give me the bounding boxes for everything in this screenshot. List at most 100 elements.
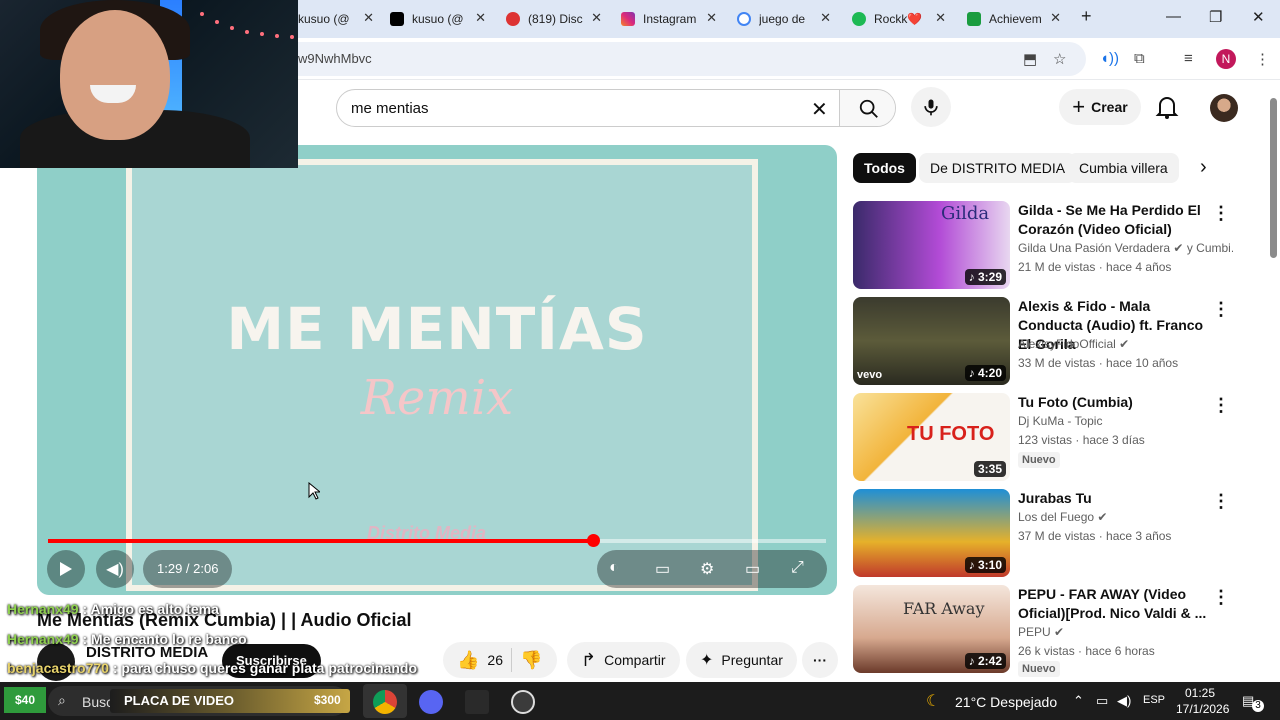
close-icon[interactable]: ✕ bbox=[475, 10, 486, 26]
browser-tab[interactable]: kusuo (@ ✕ bbox=[390, 6, 486, 32]
duration-badge: ♪ 3:10 bbox=[964, 557, 1006, 573]
clock[interactable]: 01:25 17/1/2026 bbox=[1176, 685, 1230, 717]
close-icon[interactable]: ✕ bbox=[935, 10, 946, 26]
chip-channel[interactable]: De DISTRITO MEDIA bbox=[919, 153, 1077, 183]
chevron-up-icon[interactable]: ⌃ bbox=[1073, 693, 1084, 709]
thumbnail[interactable]: ♪ 3:10 bbox=[853, 489, 1010, 577]
more-vert-icon[interactable]: ⋮ bbox=[1212, 587, 1230, 608]
webcam-person-face bbox=[60, 10, 170, 140]
recommendation[interactable]: FAR Away ♪ 2:42 PEPU - FAR AWAY (Video O… bbox=[853, 585, 1243, 677]
browser-tab[interactable]: kusuo (@ ✕ bbox=[298, 6, 374, 32]
bookmark-star-icon[interactable]: ☆ bbox=[1053, 50, 1066, 68]
rec-title: PEPU - FAR AWAY (Video Oficial)[Prod. Ni… bbox=[1018, 586, 1207, 621]
close-icon[interactable]: ✕ bbox=[591, 10, 602, 26]
tab-label: (819) Disc bbox=[528, 12, 583, 26]
epic-games-icon[interactable] bbox=[465, 690, 489, 714]
notifications-button[interactable] bbox=[1155, 94, 1179, 125]
ask-button[interactable]: ✦ Preguntar bbox=[686, 642, 797, 678]
account-avatar[interactable] bbox=[1210, 94, 1238, 122]
settings-gear-icon[interactable]: ⚙ bbox=[700, 559, 714, 579]
new-tab-icon[interactable]: + bbox=[1081, 6, 1092, 27]
url-text[interactable]: w9NwhMbvc bbox=[298, 51, 372, 66]
thumbnail[interactable]: vevo ♪ 4:20 bbox=[853, 297, 1010, 385]
play-icon bbox=[60, 562, 72, 576]
progress-bar[interactable] bbox=[48, 534, 826, 547]
search-input[interactable]: me mentias bbox=[351, 100, 429, 117]
browser-tab[interactable]: Rockk❤️ ✕ bbox=[852, 6, 946, 32]
rec-meta: 37 M de vistas · hace 3 años bbox=[1018, 529, 1172, 543]
volume-button[interactable]: ◀) bbox=[96, 550, 134, 588]
recommendation[interactable]: vevo ♪ 4:20 Alexis & Fido - Mala Conduct… bbox=[853, 297, 1243, 387]
close-icon[interactable]: ✕ bbox=[1050, 10, 1061, 26]
recommendation[interactable]: Gilda ♪ 3:29 Gilda - Se Me Ha Perdido El… bbox=[853, 201, 1243, 291]
dislike-icon[interactable]: 👎 bbox=[520, 650, 542, 671]
progress-scrubber[interactable] bbox=[586, 534, 600, 547]
theater-mode-icon[interactable]: ▭ bbox=[745, 559, 760, 579]
close-icon[interactable]: ✕ bbox=[820, 10, 831, 26]
scrollbar-thumb[interactable] bbox=[1270, 98, 1277, 258]
discord-icon[interactable] bbox=[419, 690, 443, 714]
extensions-icon[interactable]: ⧉ bbox=[1134, 50, 1145, 67]
thumbnail-text: Gilda bbox=[941, 203, 990, 224]
close-icon[interactable]: ✕ bbox=[706, 10, 717, 26]
network-icon[interactable]: ▭ bbox=[1096, 693, 1108, 709]
clear-icon[interactable]: ✕ bbox=[811, 97, 828, 122]
fullscreen-icon[interactable]: ⤢ bbox=[791, 559, 804, 577]
recommendation[interactable]: ♪ 3:10 Jurabas Tu Los del Fuego ✔ 37 M d… bbox=[853, 489, 1243, 579]
ad-banner-text: PLACA DE VIDEO bbox=[124, 693, 235, 708]
close-window-icon[interactable]: ✕ bbox=[1252, 8, 1265, 26]
close-icon[interactable]: ✕ bbox=[363, 10, 374, 26]
new-badge: Nuevo bbox=[1018, 661, 1060, 677]
browser-tab[interactable]: juego de ✕ bbox=[737, 6, 831, 32]
create-label: Crear bbox=[1091, 99, 1128, 115]
restore-icon[interactable]: ❐ bbox=[1209, 8, 1222, 26]
share-button[interactable]: ↱ Compartir bbox=[567, 642, 680, 678]
play-button[interactable] bbox=[47, 550, 85, 588]
language-indicator[interactable]: ESP bbox=[1143, 694, 1165, 706]
autoplay-toggle-icon[interactable]: ◐ bbox=[609, 559, 619, 577]
voice-search-button[interactable] bbox=[911, 87, 951, 127]
more-vert-icon[interactable]: ⋮ bbox=[1212, 299, 1230, 320]
thumbnail[interactable]: Gilda ♪ 3:29 bbox=[853, 201, 1010, 289]
page-scrollbar[interactable] bbox=[1268, 86, 1280, 680]
tab-label: kusuo (@ bbox=[298, 12, 350, 26]
media-control-icon[interactable]: ≡ bbox=[1184, 50, 1193, 67]
thumbnail[interactable]: FAR Away ♪ 2:42 bbox=[853, 585, 1010, 673]
browser-menu-icon[interactable]: ⋮ bbox=[1255, 50, 1270, 68]
weather-text[interactable]: 21°C Despejado bbox=[955, 694, 1057, 710]
browser-tab[interactable]: Achievem ✕ bbox=[967, 6, 1061, 32]
read-aloud-icon[interactable]: ◖)) bbox=[1100, 50, 1119, 67]
progress-fill bbox=[48, 539, 593, 543]
like-count[interactable]: 26 bbox=[487, 652, 503, 668]
more-vert-icon[interactable]: ⋮ bbox=[1212, 395, 1230, 416]
like-icon[interactable]: 👍 bbox=[457, 650, 479, 671]
chevron-right-icon[interactable]: › bbox=[1200, 156, 1207, 179]
minimize-icon[interactable]: — bbox=[1166, 8, 1181, 25]
chat-text: : Me encanto lo re banco bbox=[78, 631, 247, 647]
search-box[interactable]: me mentias ✕ bbox=[336, 89, 896, 127]
more-actions-button[interactable]: ··· bbox=[802, 642, 838, 678]
create-button[interactable]: + Crear bbox=[1059, 89, 1141, 125]
browser-tab[interactable]: Instagram ✕ bbox=[621, 6, 717, 32]
chip-all[interactable]: Todos bbox=[853, 153, 916, 183]
search-button[interactable] bbox=[839, 90, 895, 126]
video-player[interactable]: ME MENTÍAS Remix Distrito Media ◀) 1:29 … bbox=[37, 145, 837, 595]
chip-cumbia[interactable]: Cumbia villera bbox=[1068, 153, 1179, 183]
volume-icon[interactable]: ◀) bbox=[1117, 693, 1131, 709]
browser-tab[interactable]: (819) Disc ✕ bbox=[506, 6, 602, 32]
profile-avatar[interactable]: N bbox=[1216, 49, 1236, 69]
more-vert-icon[interactable]: ⋮ bbox=[1212, 203, 1230, 224]
obs-icon[interactable] bbox=[511, 690, 535, 714]
clock-date: 17/1/2026 bbox=[1176, 702, 1230, 716]
subtitles-icon[interactable]: ▭ bbox=[655, 559, 670, 579]
chrome-icon[interactable] bbox=[373, 690, 397, 714]
install-icon[interactable]: ⬒ bbox=[1023, 50, 1037, 68]
more-vert-icon[interactable]: ⋮ bbox=[1212, 491, 1230, 512]
recommendation[interactable]: TU FOTO 3:35 Tu Foto (Cumbia) Dj KuMa - … bbox=[853, 393, 1243, 483]
thumbnail[interactable]: TU FOTO 3:35 bbox=[853, 393, 1010, 481]
duration-badge: ♪ 3:29 bbox=[964, 269, 1006, 285]
chat-text: : para chuso queres ganar plata patrocin… bbox=[108, 660, 418, 676]
mouse-cursor-icon bbox=[308, 482, 320, 500]
rec-title: Gilda - Se Me Ha Perdido El Corazón (Vid… bbox=[1018, 202, 1201, 237]
sparkle-icon: ✦ bbox=[700, 652, 714, 669]
